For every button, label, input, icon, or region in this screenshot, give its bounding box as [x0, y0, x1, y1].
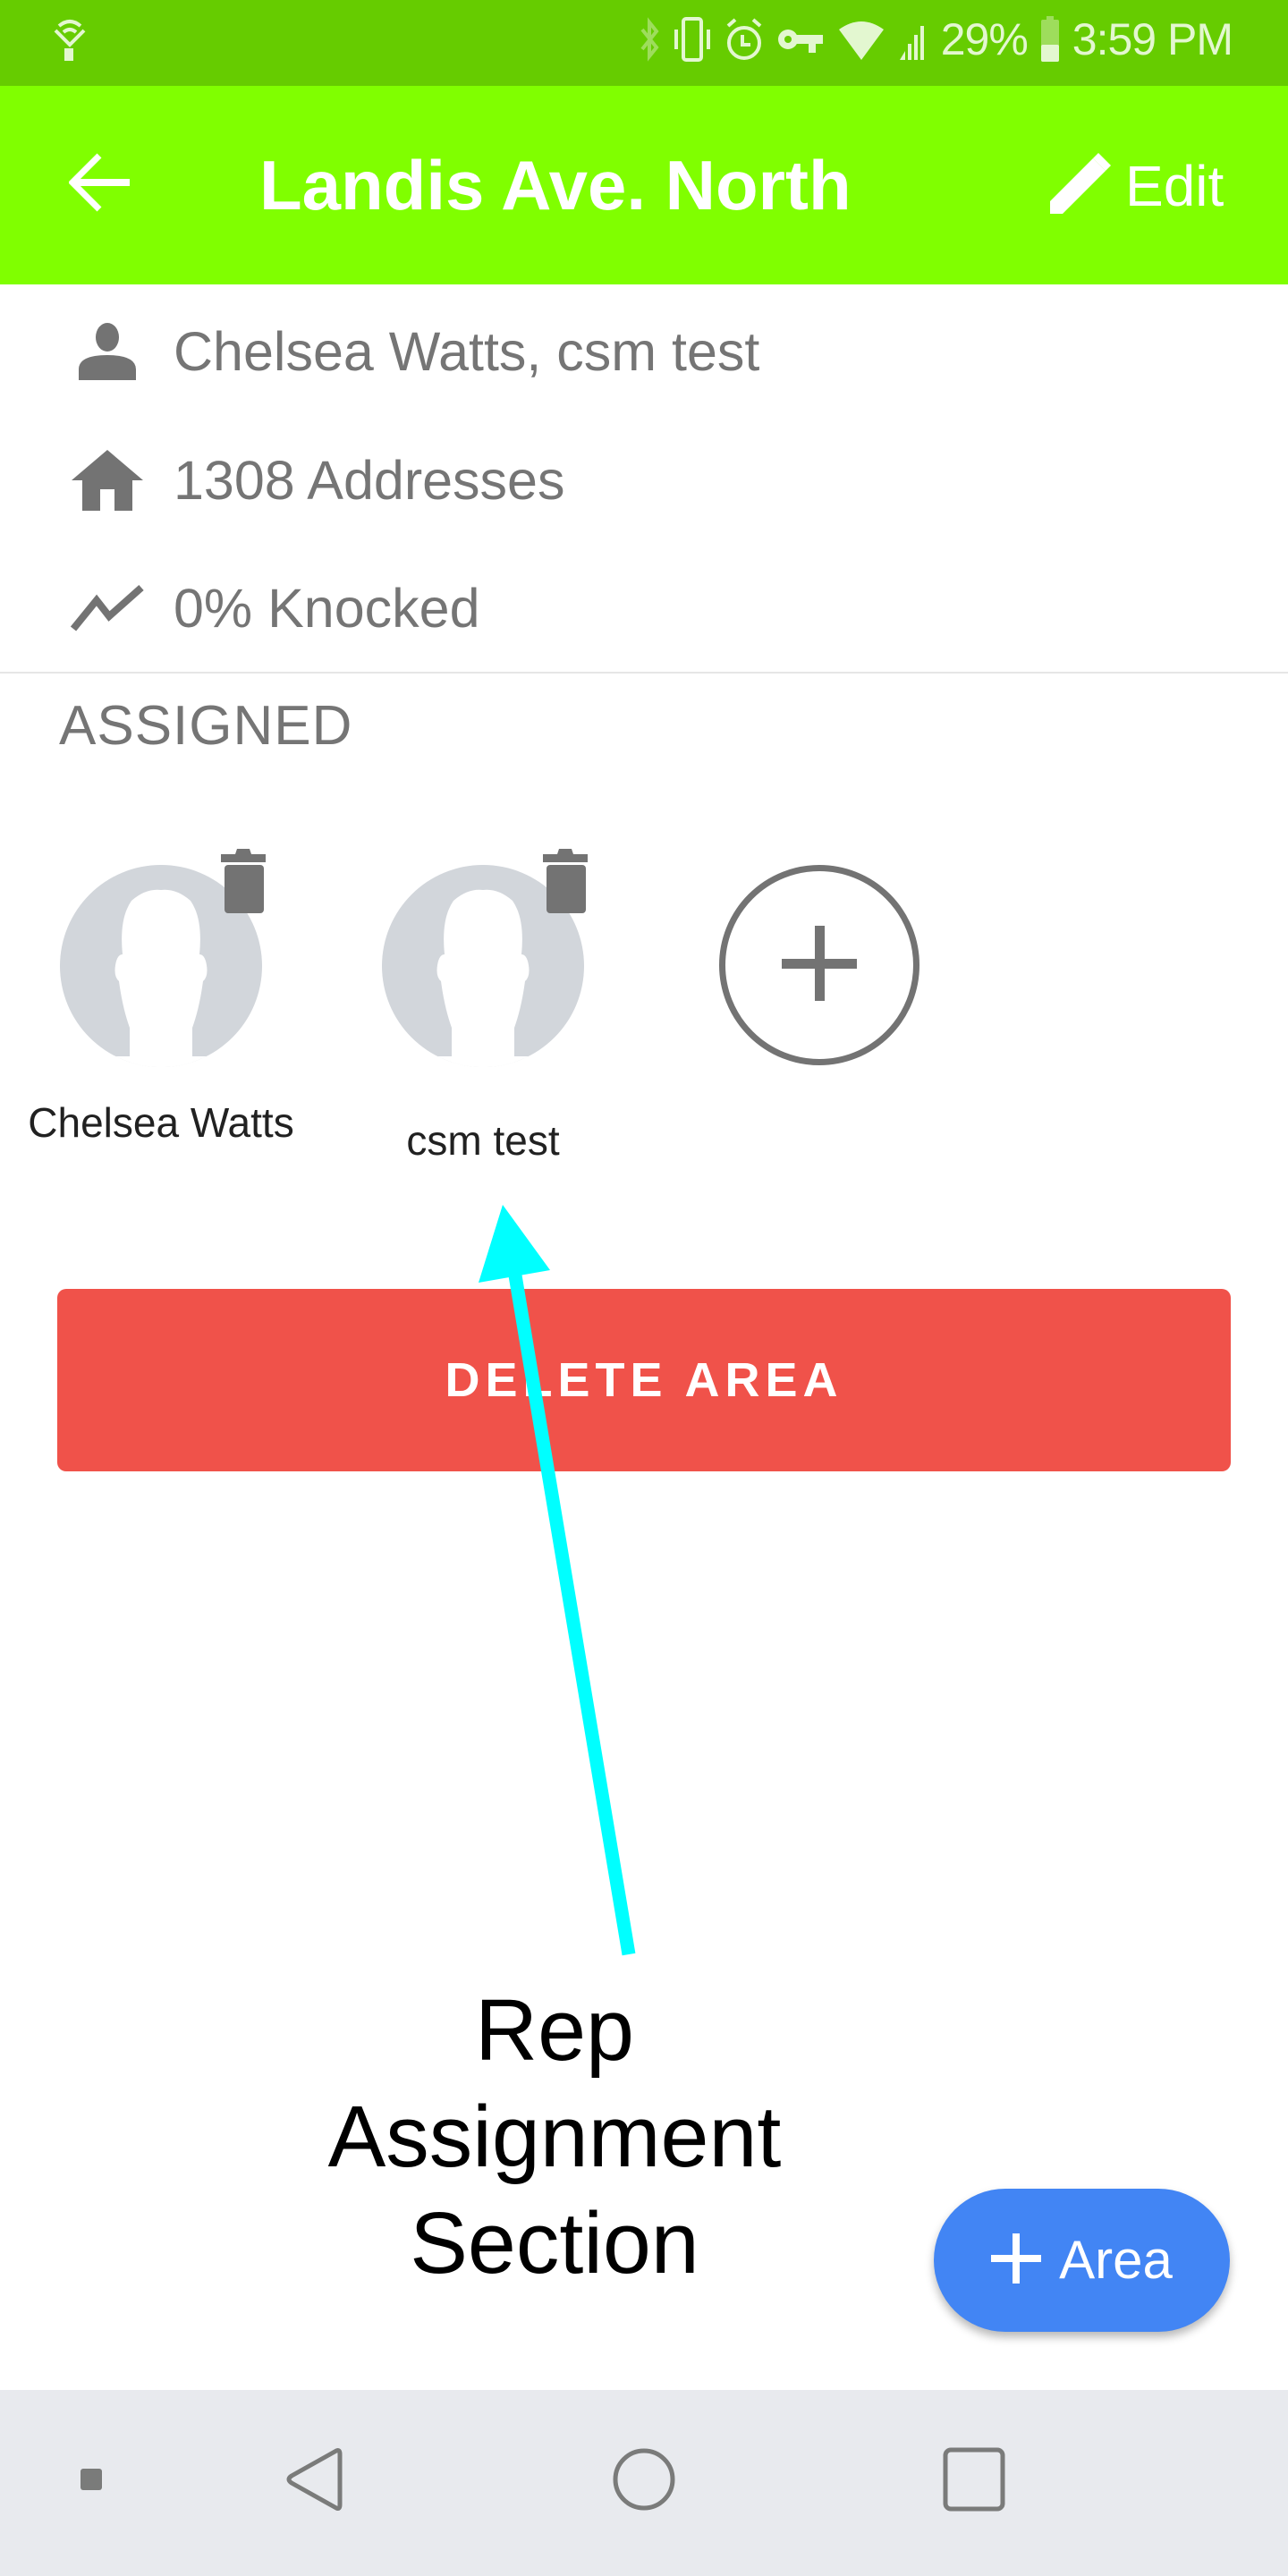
add-area-button[interactable]: Area [934, 2189, 1230, 2332]
annotation-line: Section [410, 2194, 699, 2292]
knocked-percent: 0% Knocked [174, 578, 480, 639]
rep-name: csm test [406, 1117, 560, 1164]
plus-icon [991, 2233, 1042, 2288]
pencil-icon [1046, 151, 1113, 222]
info-row-reps: Chelsea Watts, csm test [70, 316, 759, 387]
back-button[interactable] [64, 148, 136, 220]
vibrate-icon [673, 17, 712, 62]
delete-area-label: DELETE AREA [445, 1353, 843, 1407]
square-dot-icon[interactable] [80, 2444, 102, 2515]
status-bar: 29% 3:59 PM [0, 0, 1288, 86]
annotation-arrow-head [479, 1205, 550, 1283]
vpn-key-icon [776, 17, 825, 62]
edit-button[interactable]: Edit [1046, 148, 1224, 224]
clock: 3:59 PM [1072, 14, 1233, 64]
arrow-back-icon [68, 153, 131, 216]
plus-circle-icon [782, 925, 857, 1005]
trash-icon[interactable] [543, 847, 588, 913]
assigned-section-label: ASSIGNED [59, 695, 353, 757]
annotation-line: Assignment [327, 2088, 782, 2185]
info-row-knocked: 0% Knocked [70, 572, 480, 644]
assigned-reps-text: Chelsea Watts, csm test [174, 321, 760, 382]
home-circle-icon[interactable] [612, 2444, 676, 2515]
alarm-icon [724, 17, 764, 62]
battery-percent: 29% [940, 14, 1029, 64]
cell-signal-icon [898, 17, 928, 62]
annotation-label: Rep Assignment Section [295, 1977, 814, 2296]
app-bar: Landis Ave. North Edit [0, 86, 1288, 284]
battery-icon [1040, 16, 1060, 63]
bluetooth-icon [639, 17, 660, 62]
divider [0, 672, 1288, 674]
add-rep-button[interactable] [719, 865, 919, 1065]
annotation-line: Rep [475, 1981, 634, 2079]
trending-icon [70, 572, 145, 644]
delete-area-button[interactable]: DELETE AREA [57, 1289, 1231, 1471]
rep-name: Chelsea Watts [28, 1099, 294, 1146]
system-nav-bar [0, 2390, 1288, 2576]
home-icon [70, 445, 145, 516]
recents-square-icon[interactable] [943, 2444, 1005, 2515]
edit-label: Edit [1125, 154, 1224, 218]
wifi-icon [837, 17, 886, 62]
wifi-calling-icon [52, 18, 88, 67]
content-bottom-edge [0, 2326, 1288, 2390]
back-triangle-icon[interactable] [284, 2444, 343, 2515]
info-row-addresses: 1308 Addresses [70, 445, 564, 516]
page-title: Landis Ave. North [259, 146, 852, 225]
add-area-label: Area [1059, 2230, 1173, 2290]
addresses-count: 1308 Addresses [174, 450, 565, 511]
person-icon [70, 316, 145, 387]
trash-icon[interactable] [221, 847, 266, 913]
